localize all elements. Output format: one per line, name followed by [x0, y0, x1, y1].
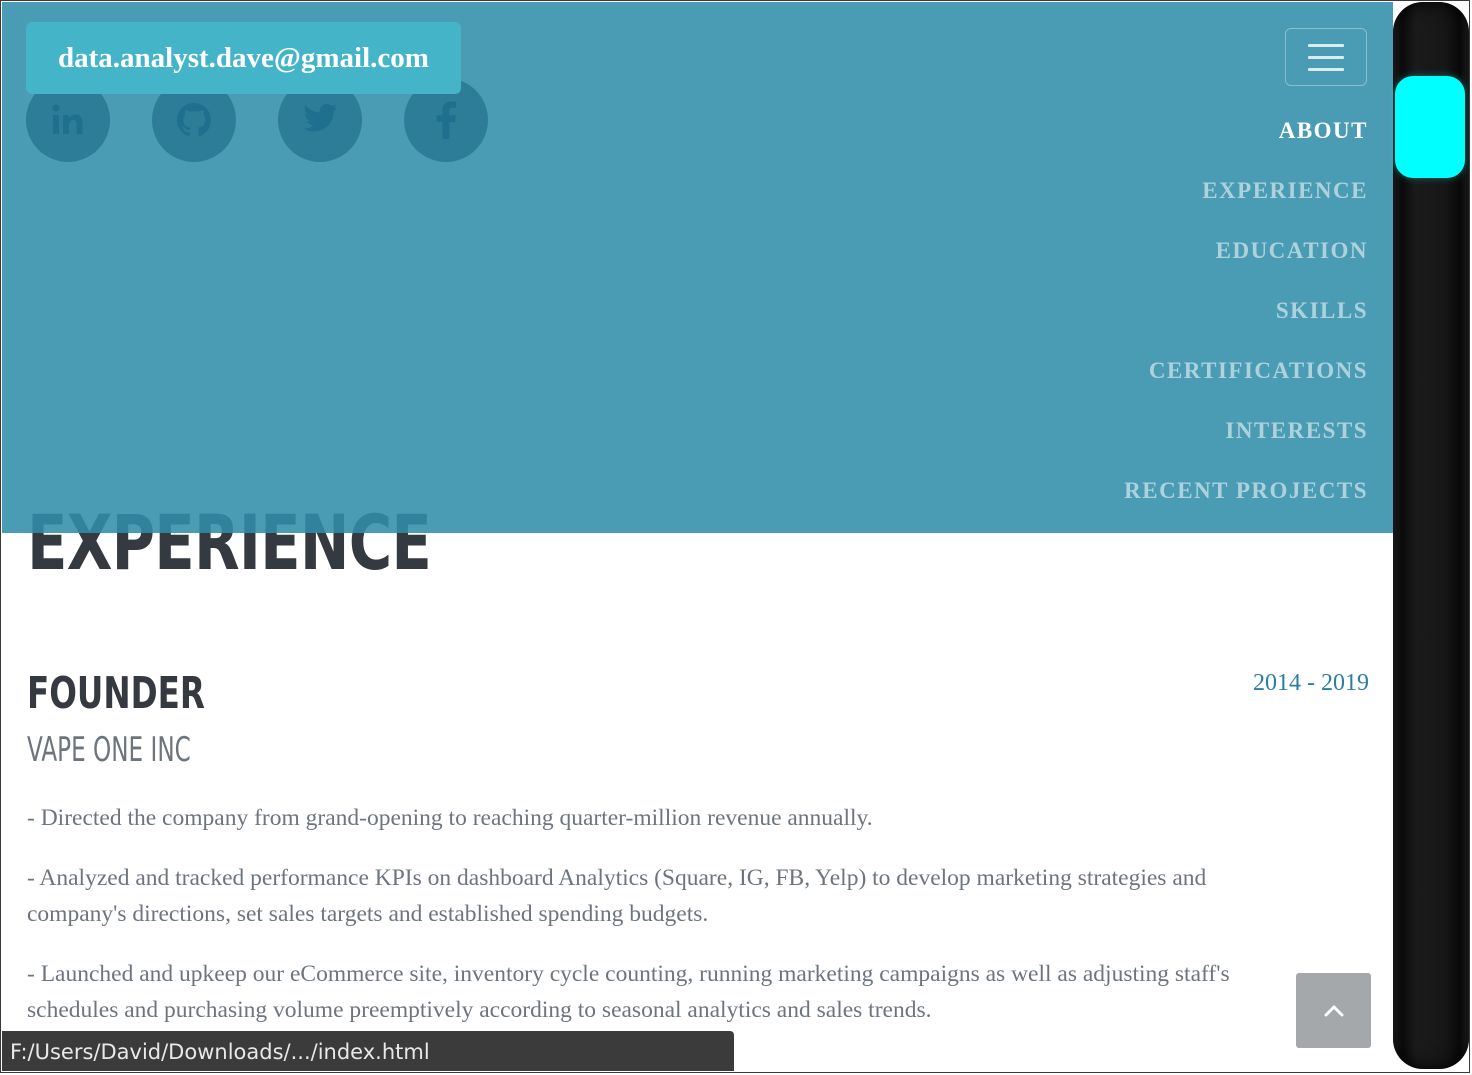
- nav-item-interests[interactable]: INTERESTS: [1124, 400, 1368, 460]
- hamburger-line: [1308, 56, 1344, 59]
- scrollbar-track[interactable]: [1393, 2, 1469, 1069]
- hamburger-menu-button[interactable]: [1285, 28, 1367, 86]
- scrollbar-thumb[interactable]: [1395, 76, 1465, 178]
- nav-item-about[interactable]: ABOUT: [1124, 100, 1368, 160]
- nav-item-experience[interactable]: EXPERIENCE: [1124, 160, 1368, 220]
- nav-item-recent-projects[interactable]: RECENT PROJECTS: [1124, 460, 1368, 520]
- job-duty-item: - Launched and upkeep our eCommerce site…: [27, 961, 1230, 1023]
- hamburger-line: [1308, 68, 1344, 71]
- nav-item-certifications[interactable]: CERTIFICATIONS: [1124, 340, 1368, 400]
- github-icon: [177, 103, 211, 137]
- email-link[interactable]: data.analyst.dave@gmail.com: [26, 22, 461, 94]
- nav-item-skills[interactable]: SKILLS: [1124, 280, 1368, 340]
- job-title: FOUNDER: [27, 668, 205, 719]
- hamburger-menu-icon: [1308, 44, 1344, 47]
- nav-menu: ABOUT EXPERIENCE EDUCATION SKILLS CERTIF…: [1124, 100, 1368, 520]
- company-name: VAPE ONE INC: [27, 730, 191, 770]
- chevron-up-icon: [1324, 1005, 1343, 1016]
- nav-item-education[interactable]: EDUCATION: [1124, 220, 1368, 280]
- twitter-icon: [303, 104, 337, 132]
- job-duties-list: - Directed the company from grand-openin…: [27, 800, 1242, 1052]
- linkedin-icon: [52, 104, 83, 134]
- back-to-top-button[interactable]: [1296, 973, 1371, 1048]
- facebook-icon: [436, 101, 456, 139]
- nav-overlay: data.analyst.dave@gmail.com ABOUT EXPERI…: [2, 2, 1393, 533]
- job-duty-item: - Analyzed and tracked performance KPIs …: [27, 865, 1207, 927]
- job-dates: 2014 - 2019: [1253, 670, 1369, 696]
- job-duty-item: - Directed the company from grand-openin…: [27, 805, 873, 831]
- status-bar-url: F:/Users/David/Downloads/.../index.html: [2, 1031, 734, 1071]
